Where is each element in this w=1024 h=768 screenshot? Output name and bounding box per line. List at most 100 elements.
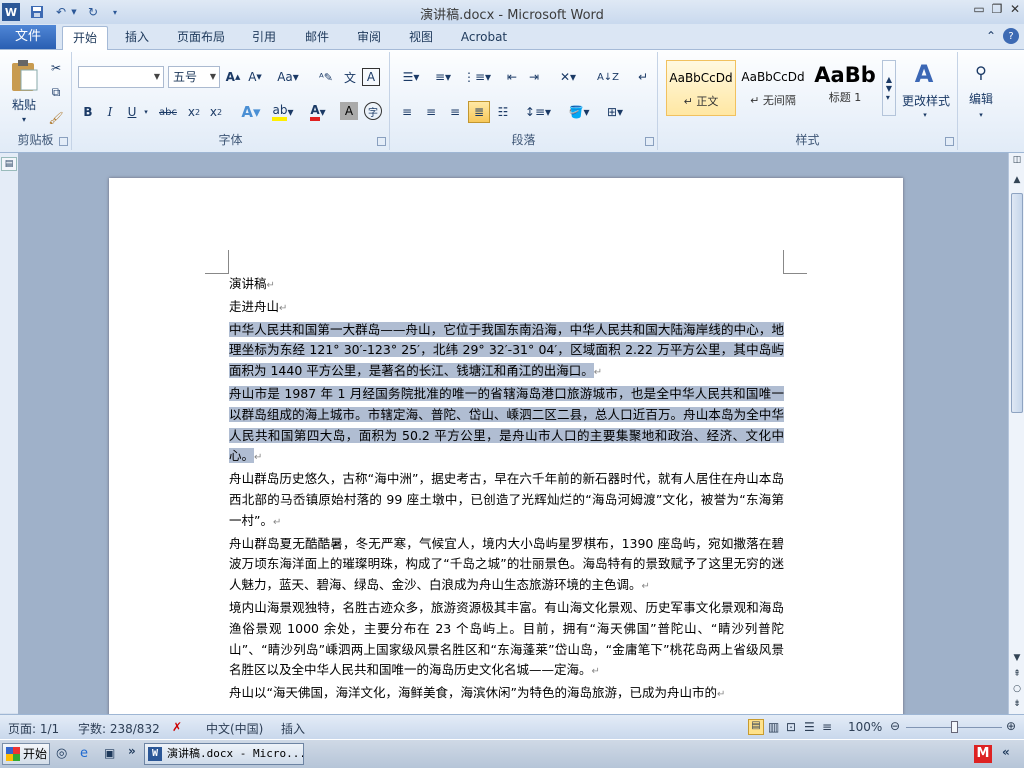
- align-right-icon[interactable]: ≡: [444, 102, 466, 122]
- document-paragraph[interactable]: 舟山以“海天佛国，海洋文化，海鲜美食，海滨休闲”为特色的海岛旅游，已成为舟山市的…: [229, 683, 784, 706]
- paste-icon[interactable]: [8, 56, 40, 96]
- document-paragraph[interactable]: 走进舟山↵: [229, 297, 784, 320]
- minimize-ribbon-icon[interactable]: ⌃: [984, 28, 998, 44]
- document-paragraph[interactable]: 舟山群岛历史悠久，古称“海中洲”，据史考古，早在六千年前的新石器时代，就有人居住…: [229, 469, 784, 533]
- borders-icon[interactable]: ⊞▾: [600, 102, 630, 122]
- style-heading-1[interactable]: AaBb 标题 1: [810, 60, 880, 116]
- document-paragraph[interactable]: 中华人民共和国第一大群岛——舟山，它位于我国东南沿海，中华人民共和国大陆海岸线的…: [229, 320, 784, 384]
- browser-icon[interactable]: e: [80, 746, 88, 761]
- sort-icon[interactable]: A↓Z: [596, 68, 620, 86]
- tab-review[interactable]: 审阅: [347, 26, 391, 50]
- character-border-icon[interactable]: A: [362, 68, 380, 86]
- start-button[interactable]: 开始: [2, 743, 50, 765]
- language-indicator[interactable]: 中文(中国): [206, 720, 263, 737]
- highlight-color-icon[interactable]: ab ▾: [268, 102, 298, 122]
- tab-insert[interactable]: 插入: [115, 26, 159, 50]
- show-marks-icon[interactable]: ↵: [634, 68, 652, 86]
- italic-icon[interactable]: I: [100, 102, 120, 122]
- zoom-in-icon[interactable]: ⊕: [1006, 719, 1016, 733]
- ruler-toggle-icon[interactable]: ▤: [1, 157, 17, 171]
- paragraph-launcher-icon[interactable]: [645, 137, 654, 146]
- numbering-icon[interactable]: ≡▾: [428, 68, 458, 86]
- paste-dropdown-icon[interactable]: ▾: [18, 114, 30, 124]
- document-paragraph[interactable]: 舟山市是 1987 年 1 月经国务院批准的唯一的省辖海岛港口旅游城市，也是全中…: [229, 384, 784, 469]
- chevron-down-icon[interactable]: ▾: [920, 110, 930, 120]
- bullets-icon[interactable]: ☰▾: [396, 68, 426, 86]
- font-name-dropdown[interactable]: ▼: [78, 66, 164, 88]
- document-paragraph[interactable]: 演讲稿↵: [229, 274, 784, 297]
- zoom-out-icon[interactable]: ⊖: [890, 719, 900, 733]
- tab-references[interactable]: 引用: [242, 26, 286, 50]
- zoom-slider-thumb[interactable]: [951, 721, 958, 733]
- change-case-icon[interactable]: Aa▾: [276, 68, 300, 86]
- tab-view[interactable]: 视图: [399, 26, 443, 50]
- styles-launcher-icon[interactable]: [945, 137, 954, 146]
- text-effects-icon[interactable]: A▾: [238, 102, 264, 122]
- align-left-icon[interactable]: ≡: [396, 102, 418, 122]
- zoom-level[interactable]: 100%: [848, 720, 882, 734]
- help-icon[interactable]: ?: [1003, 28, 1019, 44]
- close-icon[interactable]: ✕: [1006, 2, 1024, 18]
- scroll-up-icon[interactable]: ▲: [1009, 175, 1024, 190]
- shrink-font-icon[interactable]: A ▼: [246, 68, 264, 86]
- copy-icon[interactable]: ⧉: [48, 84, 64, 100]
- document-page[interactable]: 演讲稿↵ 走进舟山↵ 中华人民共和国第一大群岛——舟山，它位于我国东南沿海，中华人民…: [109, 178, 903, 714]
- strikethrough-icon[interactable]: abc: [156, 102, 180, 122]
- browse-object-icon[interactable]: ○: [1009, 684, 1024, 699]
- next-page-icon[interactable]: ⇟: [1009, 699, 1024, 714]
- media-icon[interactable]: ▣: [104, 746, 115, 760]
- draft-view-icon[interactable]: ≡: [822, 720, 832, 734]
- font-size-dropdown[interactable]: 五号 ▼: [168, 66, 220, 88]
- enclose-characters-icon[interactable]: 字: [364, 102, 382, 120]
- grow-font-icon[interactable]: A ▲: [224, 68, 242, 86]
- vertical-scrollbar[interactable]: ◫ ▲ ▼ ⇞ ○ ⇟: [1008, 153, 1024, 714]
- decrease-indent-icon[interactable]: ⇤: [502, 68, 522, 86]
- change-styles-icon[interactable]: A: [904, 60, 944, 88]
- tab-acrobat[interactable]: Acrobat: [452, 26, 516, 50]
- document-paragraph[interactable]: 舟山群岛夏无酷酷暑，冬无严寒，气候宜人，境内大小岛屿星罗棋布，1390 座岛屿，…: [229, 534, 784, 598]
- bold-icon[interactable]: B: [78, 102, 98, 122]
- font-launcher-icon[interactable]: [377, 137, 386, 146]
- shading-icon[interactable]: 🪣▾: [564, 102, 594, 122]
- tab-file[interactable]: 文件: [0, 25, 56, 49]
- font-color-icon[interactable]: A ▾: [304, 102, 332, 122]
- distributed-icon[interactable]: ☷: [492, 102, 514, 122]
- show-hidden-icons[interactable]: «: [1002, 745, 1010, 759]
- word-count[interactable]: 字数: 238/832: [78, 720, 160, 737]
- character-shading-icon[interactable]: A: [340, 102, 358, 120]
- subscript-icon[interactable]: x2: [184, 102, 204, 122]
- style-normal[interactable]: AaBbCcDd ↵ 正文: [666, 60, 736, 116]
- align-center-icon[interactable]: ≡: [420, 102, 442, 122]
- document-paragraph[interactable]: 境内山海景观独特，名胜古迹众多，旅游资源极其丰富。有山海文化景观、历史军事文化景…: [229, 598, 784, 683]
- tab-mailings[interactable]: 邮件: [295, 26, 339, 50]
- view-options-icon[interactable]: ◫: [1009, 155, 1024, 170]
- clear-formatting-icon[interactable]: ᴬ✎: [316, 68, 336, 86]
- tray-app-icon[interactable]: M: [974, 745, 992, 763]
- editing-button[interactable]: 编辑: [962, 90, 1000, 106]
- desktop-icon[interactable]: ◎: [56, 746, 67, 761]
- outline-view-icon[interactable]: ☰: [804, 720, 815, 734]
- scroll-thumb[interactable]: [1011, 193, 1023, 413]
- minimize-icon[interactable]: ▭: [970, 2, 988, 18]
- styles-scroll-icon[interactable]: ▲ ▼ ▾: [882, 60, 896, 116]
- tab-page-layout[interactable]: 页面布局: [170, 26, 232, 50]
- chinese-layout-icon[interactable]: ✕▾: [554, 68, 582, 86]
- format-painter-icon[interactable]: 🖌: [48, 110, 64, 126]
- superscript-icon[interactable]: x2: [206, 102, 226, 122]
- page-count[interactable]: 页面: 1/1: [8, 720, 59, 737]
- print-layout-view-icon[interactable]: ▤: [748, 719, 764, 735]
- phonetic-guide-icon[interactable]: 文: [340, 68, 360, 86]
- full-screen-view-icon[interactable]: ▥: [768, 720, 779, 734]
- more-icons[interactable]: »: [128, 744, 136, 758]
- insert-mode-indicator[interactable]: 插入: [281, 720, 305, 737]
- underline-dropdown-icon[interactable]: ▾: [142, 106, 150, 118]
- justify-icon[interactable]: ≣: [468, 101, 490, 123]
- underline-icon[interactable]: U: [122, 102, 142, 122]
- multilevel-list-icon[interactable]: ⋮≡▾: [462, 68, 492, 86]
- chevron-down-icon[interactable]: ▾: [976, 110, 986, 120]
- binoculars-icon[interactable]: ⚲: [966, 58, 996, 86]
- increase-indent-icon[interactable]: ⇥: [524, 68, 544, 86]
- tab-home[interactable]: 开始: [62, 26, 108, 50]
- paste-button[interactable]: 粘贴: [6, 96, 42, 112]
- line-spacing-icon[interactable]: ↕≡▾: [524, 102, 552, 122]
